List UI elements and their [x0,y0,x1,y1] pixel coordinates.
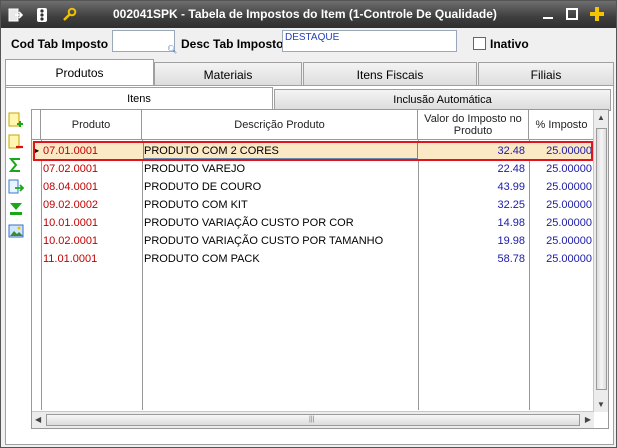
scroll-up-icon[interactable]: ▲ [597,113,605,122]
delete-row-icon[interactable] [7,133,25,151]
add-icon[interactable] [588,5,606,23]
cell-valor[interactable]: 14.98 [418,214,528,232]
lookup-icon[interactable]: 🔍︎ [167,45,177,54]
cell-valor[interactable]: 22.48 [418,160,528,178]
exit-icon[interactable] [5,5,25,24]
subtab-itens[interactable]: Itens [5,87,273,109]
subtab-inclusao-automatica[interactable]: Inclusão Automática [274,89,611,111]
toolbar-icon[interactable] [32,5,52,24]
minimize-icon[interactable] [539,5,557,23]
cell-descricao[interactable]: PRODUTO VAREJO [142,160,418,178]
table-row[interactable]: 08.04.0001 PRODUTO DE COURO 43.99 25.000… [32,178,594,196]
sum-icon[interactable] [7,156,25,174]
cell-pct[interactable]: 25.00000 [529,250,594,268]
grip-icon: ||| [309,416,315,423]
cell-valor[interactable]: 32.48 [418,142,528,160]
table-row[interactable]: ▶ 07.01.0001 PRODUTO COM 2 CORES 32.48 2… [32,142,594,160]
grid-rows: ▶ 07.01.0001 PRODUTO COM 2 CORES 32.48 2… [32,140,594,268]
table-row[interactable]: 09.02.0002 PRODUTO COM KIT 32.25 25.0000… [32,196,594,214]
vertical-scrollbar[interactable]: ▲ ▼ [593,110,608,412]
cell-pct[interactable]: 25.00000 [529,232,594,250]
tab-itens-fiscais[interactable]: Itens Fiscais [303,62,477,86]
cell-descricao[interactable]: PRODUTO COM PACK [142,250,418,268]
cod-tab-imposto-input[interactable] [112,30,175,52]
cell-pct[interactable]: 25.00000 [529,160,594,178]
filter-icon[interactable] [7,200,25,218]
add-row-icon[interactable] [7,111,25,129]
cell-descricao[interactable]: PRODUTO COM KIT [142,196,418,214]
items-grid[interactable]: Produto Descrição Produto Valor do Impos… [31,109,609,429]
horizontal-scrollbar[interactable]: ◀ ||| ▶ [32,411,594,428]
cell-descricao[interactable]: PRODUTO DE COURO [142,178,418,196]
cell-descricao[interactable]: PRODUTO VARIAÇÃO CUSTO POR COR [142,214,418,232]
cod-tab-imposto-label: Cod Tab Imposto [11,37,109,51]
column-header-descricao[interactable]: Descrição Produto [142,110,418,140]
cell-pct[interactable]: 25.00000 [529,214,594,232]
cell-valor[interactable]: 19.98 [418,232,528,250]
tab-filiais[interactable]: Filiais [478,62,614,86]
export-icon[interactable] [7,178,25,196]
table-row[interactable]: 07.02.0001 PRODUTO VAREJO 22.48 25.00000 [32,160,594,178]
tools-icon[interactable] [59,5,79,24]
cell-produto[interactable]: 11.01.0001 [41,250,141,268]
table-row[interactable]: 10.02.0001 PRODUTO VARIAÇÃO CUSTO POR TA… [32,232,594,250]
cell-pct[interactable]: 25.00000 [529,196,594,214]
cell-valor[interactable]: 32.25 [418,196,528,214]
column-header-pct[interactable]: % Imposto [529,110,594,140]
scroll-left-icon[interactable]: ◀ [35,415,41,424]
cell-produto[interactable]: 10.02.0001 [41,232,141,250]
table-row[interactable]: 11.01.0001 PRODUTO COM PACK 58.78 25.000… [32,250,594,268]
scroll-right-icon[interactable]: ▶ [585,415,591,424]
window: 002041SPK - Tabela de Impostos do Item (… [0,0,617,448]
row-indicator-header [32,110,41,140]
cell-produto[interactable]: 10.01.0001 [41,214,141,232]
cell-valor[interactable]: 58.78 [418,250,528,268]
current-row-indicator-icon: ▶ [33,146,40,155]
cell-pct[interactable]: 25.00000 [529,142,594,160]
cell-produto[interactable]: 08.04.0001 [41,178,141,196]
grid-header: Produto Descrição Produto Valor do Impos… [32,110,594,140]
horizontal-scroll-thumb[interactable]: ||| [46,414,580,426]
maximize-icon[interactable] [563,5,581,23]
cell-produto[interactable]: 09.02.0002 [41,196,141,214]
column-header-valor[interactable]: Valor do Imposto no Produto [418,110,529,140]
image-icon[interactable] [7,222,25,240]
column-header-produto[interactable]: Produto [41,110,142,140]
window-title: 002041SPK - Tabela de Impostos do Item (… [113,7,497,21]
cell-pct[interactable]: 25.00000 [529,178,594,196]
scroll-down-icon[interactable]: ▼ [597,400,605,409]
tab-materiais[interactable]: Materiais [154,62,302,86]
cell-valor[interactable]: 43.99 [418,178,528,196]
inativo-label: Inativo [490,37,529,51]
vertical-scroll-thumb[interactable] [596,128,607,390]
inativo-checkbox[interactable] [473,37,486,50]
cell-produto[interactable]: 07.01.0001 [41,142,141,160]
tab-produtos[interactable]: Produtos [5,59,154,85]
title-bar: 002041SPK - Tabela de Impostos do Item (… [1,1,616,28]
cell-produto[interactable]: 07.02.0001 [41,160,141,178]
cell-descricao[interactable]: PRODUTO VARIAÇÃO CUSTO POR TAMANHO [142,232,418,250]
table-row[interactable]: 10.01.0001 PRODUTO VARIAÇÃO CUSTO POR CO… [32,214,594,232]
cell-descricao[interactable]: PRODUTO COM 2 CORES [142,142,418,160]
desc-tab-imposto-label: Desc Tab Imposto [181,37,284,51]
desc-tab-imposto-input[interactable]: DESTAQUE [282,30,457,52]
